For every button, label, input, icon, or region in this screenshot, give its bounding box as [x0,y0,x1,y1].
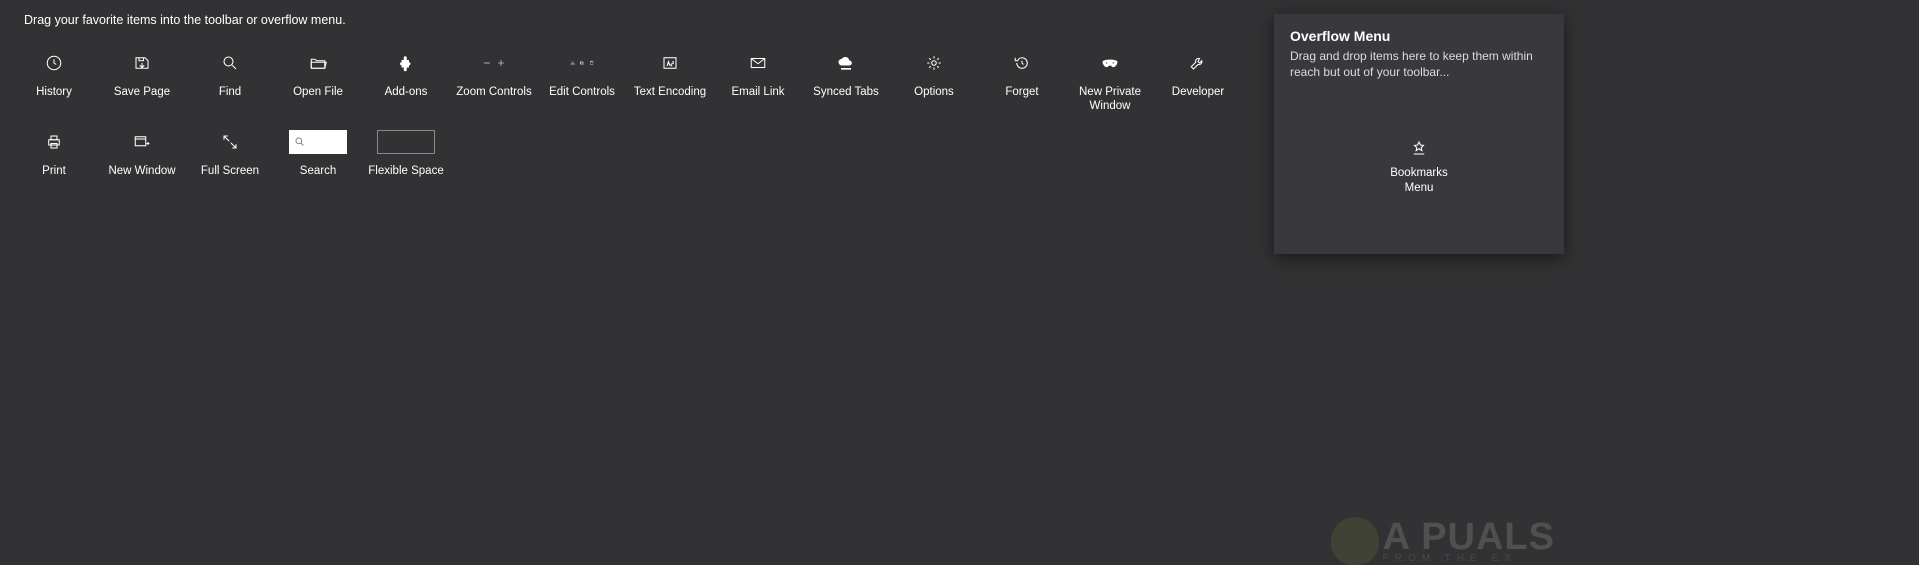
puzzle-icon [394,51,418,75]
undo-clock-icon [1010,51,1034,75]
item-history[interactable]: History [10,45,98,124]
item-label: Search [300,164,336,178]
bookmark-star-icon [1407,136,1431,160]
item-label: Edit Controls [549,85,615,99]
item-flexible-space[interactable]: Flexible Space [362,124,450,188]
copy-icon [579,56,584,70]
item-label: Developer [1172,85,1224,99]
item-label: Flexible Space [368,164,443,178]
cloud-tabs-icon [834,51,858,75]
search-box-preview [289,130,347,154]
search-icon [218,51,242,75]
plus-icon [496,56,506,70]
item-developer[interactable]: Developer [1154,45,1242,124]
item-text-encoding[interactable]: Text Encoding [626,45,714,124]
item-label: Print [42,164,66,178]
customize-toolbar-panel: Drag your favorite items into the toolba… [10,5,1274,560]
item-label: Open File [293,85,343,99]
item-find[interactable]: Find [186,45,274,124]
item-email-link[interactable]: Email Link [714,45,802,124]
text-encoding-icon [658,51,682,75]
mask-icon [1098,51,1122,75]
overflow-description: Drag and drop items here to keep them wi… [1290,48,1548,80]
item-forget[interactable]: Forget [978,45,1066,124]
overflow-items-area[interactable]: Bookmarks Menu [1290,136,1548,195]
watermark-logo-icon [1331,517,1379,565]
expand-icon [218,130,242,154]
item-label: Save Page [114,85,170,99]
item-palette: History Save Page Find Open File Add-ons [10,35,1274,188]
item-print[interactable]: Print [10,124,98,188]
folder-open-icon [306,51,330,75]
zoom-controls-icon [482,51,506,75]
item-label: New Window [108,164,175,178]
paste-icon [589,56,594,70]
gear-icon [922,51,946,75]
item-label: Email Link [731,85,784,99]
minus-icon [482,56,492,70]
mail-icon [746,51,770,75]
save-icon [130,51,154,75]
printer-icon [42,130,66,154]
item-label: History [36,85,72,99]
item-new-private-window[interactable]: New Private Window [1066,45,1154,124]
item-label: Add-ons [385,85,428,99]
item-edit-controls[interactable]: Edit Controls [538,45,626,124]
item-label: Full Screen [201,164,259,178]
item-label: Zoom Controls [456,85,531,99]
item-open-file[interactable]: Open File [274,45,362,124]
item-label: Synced Tabs [813,85,879,99]
item-label: Find [219,85,241,99]
item-label: Bookmarks Menu [1390,166,1448,195]
item-new-window[interactable]: New Window [98,124,186,188]
flexible-space-preview [377,130,435,154]
instruction-text: Drag your favorite items into the toolba… [10,5,1274,35]
window-plus-icon [130,130,154,154]
watermark-big-text: A PUALS [1383,518,1555,556]
overflow-menu-panel[interactable]: Overflow Menu Drag and drop items here t… [1274,14,1564,254]
wrench-icon [1186,51,1210,75]
clock-icon [42,51,66,75]
item-label: New Private Window [1079,85,1141,114]
search-icon [293,135,307,149]
item-label: Text Encoding [634,85,706,99]
item-save-page[interactable]: Save Page [98,45,186,124]
item-search[interactable]: Search [274,124,362,188]
watermark-small-text: FROM THE EX [1383,554,1555,564]
edit-controls-icon [570,51,594,75]
item-label: Forget [1005,85,1038,99]
item-options[interactable]: Options [890,45,978,124]
item-synced-tabs[interactable]: Synced Tabs [802,45,890,124]
overflow-item-bookmarks-menu[interactable]: Bookmarks Menu [1374,136,1464,195]
item-zoom-controls[interactable]: Zoom Controls [450,45,538,124]
item-label: Options [914,85,954,99]
cut-icon [570,56,575,70]
item-full-screen[interactable]: Full Screen [186,124,274,188]
watermark: A PUALS FROM THE EX [1331,517,1555,565]
overflow-title: Overflow Menu [1290,28,1548,44]
item-addons[interactable]: Add-ons [362,45,450,124]
